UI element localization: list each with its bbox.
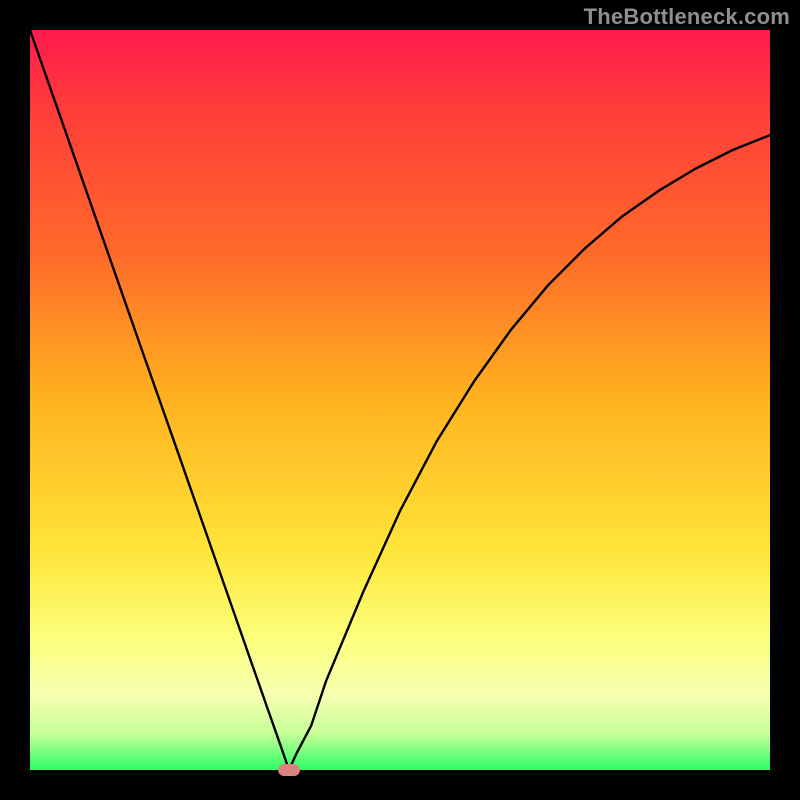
optimum-marker bbox=[278, 764, 300, 776]
curve-svg bbox=[30, 30, 770, 770]
plot-area bbox=[30, 30, 770, 770]
bottleneck-curve bbox=[30, 30, 770, 770]
chart-frame: TheBottleneck.com bbox=[0, 0, 800, 800]
watermark-text: TheBottleneck.com bbox=[584, 4, 790, 30]
